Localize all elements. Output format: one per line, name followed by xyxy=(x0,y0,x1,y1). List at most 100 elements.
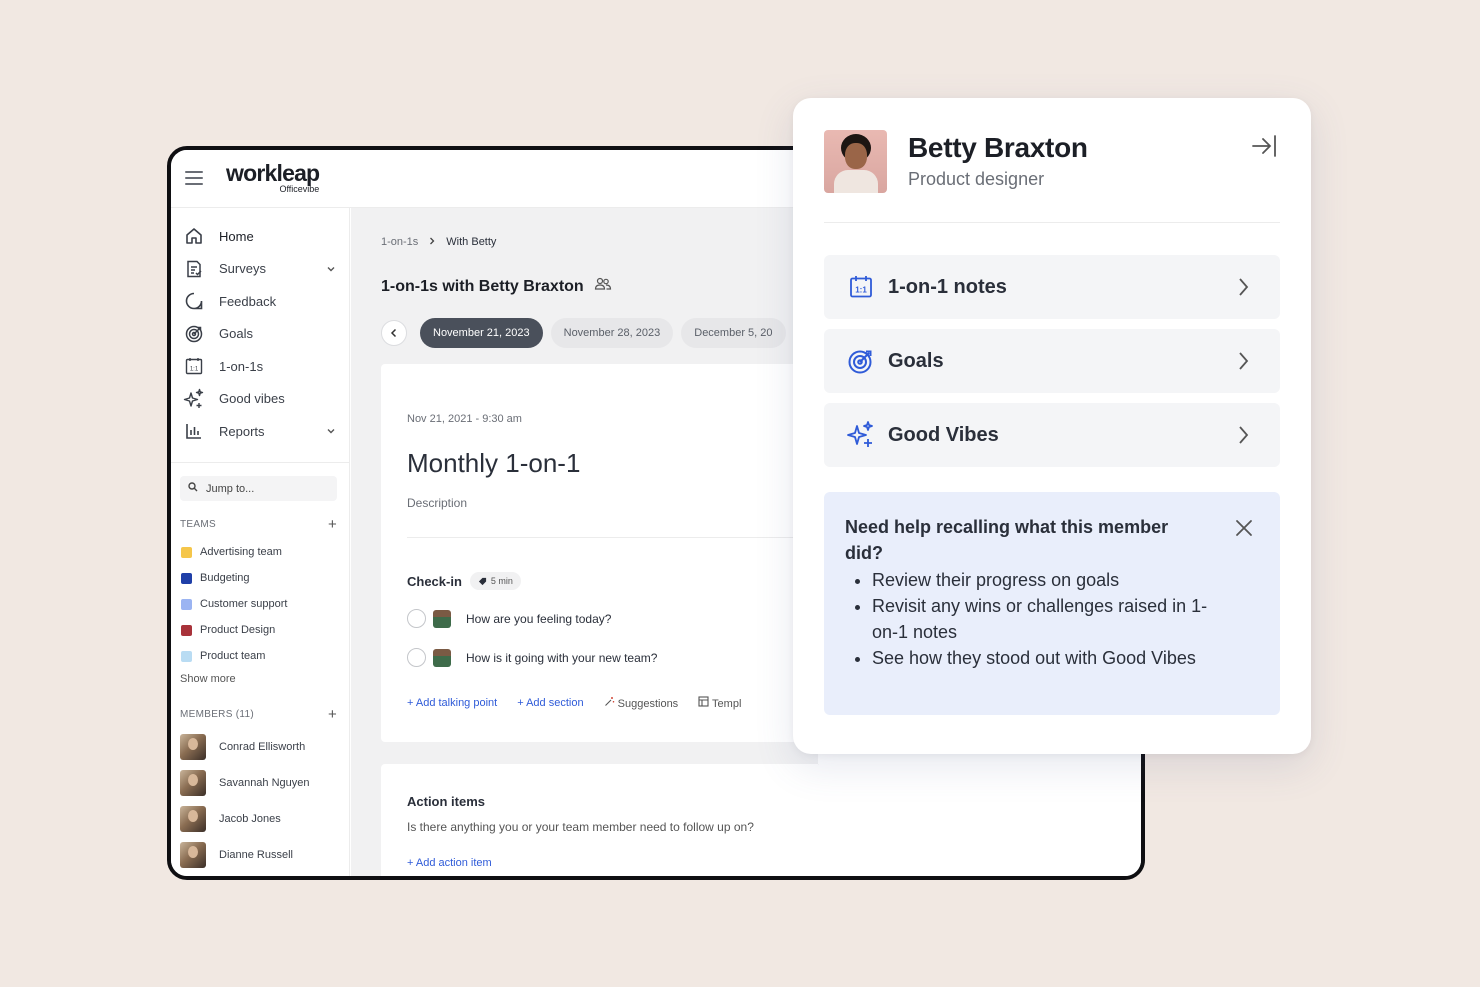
menu-icon[interactable] xyxy=(185,171,203,185)
chevron-down-icon[interactable] xyxy=(326,264,336,274)
suggestions-button[interactable]: Suggestions xyxy=(604,696,679,710)
panel-row-1-on-1-notes[interactable]: 1:1 1-on-1 notes xyxy=(824,255,1280,319)
team-item[interactable]: Customer support xyxy=(181,591,341,617)
add-member-icon[interactable]: + xyxy=(328,706,337,723)
talking-point-checkbox[interactable] xyxy=(407,648,426,667)
jump-to-search[interactable]: Jump to... xyxy=(180,476,337,501)
date-tab-selected[interactable]: November 21, 2023 xyxy=(420,318,543,348)
sidebar-item-feedback[interactable]: Feedback xyxy=(171,285,350,318)
templates-button[interactable]: Templ xyxy=(698,696,741,710)
panel-row-label: 1-on-1 notes xyxy=(888,275,1007,298)
talking-point-text[interactable]: How are you feeling today? xyxy=(466,612,611,626)
team-name: Advertising team xyxy=(200,546,282,558)
help-callout: Need help recalling what this member did… xyxy=(824,492,1280,715)
duration-text: 5 min xyxy=(490,576,513,586)
member-item[interactable]: Dianne Russell xyxy=(180,837,345,873)
tag-icon xyxy=(478,577,487,585)
team-name: Product Design xyxy=(200,624,276,636)
team-item[interactable]: Product team xyxy=(181,643,341,669)
sidebar-item-home[interactable]: Home xyxy=(171,220,350,253)
avatar xyxy=(180,770,206,796)
sidebar-item-label: Home xyxy=(219,228,254,244)
avatar xyxy=(180,806,206,832)
goals-icon xyxy=(846,346,876,376)
panel-row-goals[interactable]: Goals xyxy=(824,329,1280,393)
close-icon[interactable] xyxy=(1234,518,1254,538)
members-heading: MEMBERS (11) xyxy=(180,709,254,720)
logo-wordmark: workleap xyxy=(226,160,320,186)
date-tab[interactable]: December 5, 20 xyxy=(681,318,786,348)
member-item[interactable]: Savannah Nguyen xyxy=(180,765,345,801)
logo[interactable]: workleap Officevibe xyxy=(226,160,320,194)
divider xyxy=(824,222,1280,223)
talking-point: How are you feeling today? xyxy=(407,609,611,628)
sparkle-icon xyxy=(846,420,876,450)
checkin-label: Check-in xyxy=(407,573,462,589)
home-icon xyxy=(183,225,205,247)
member-item[interactable]: Jacob Jones xyxy=(180,801,345,837)
members-header: MEMBERS (11) + xyxy=(180,706,337,723)
date-tab[interactable]: November 28, 2023 xyxy=(550,318,674,348)
collapse-panel-icon[interactable] xyxy=(1250,133,1278,159)
sidebar-item-reports[interactable]: Reports xyxy=(171,415,350,448)
calendar-icon: 1:1 xyxy=(183,355,205,377)
breadcrumb: 1-on-1s With Betty xyxy=(381,236,496,249)
add-section-button[interactable]: + Add section xyxy=(517,697,583,709)
talking-point-text[interactable]: How is it going with your new team? xyxy=(466,651,657,665)
help-bullet: See how they stood out with Good Vibes xyxy=(872,645,1212,671)
avatar xyxy=(433,609,451,628)
breadcrumb-separator-icon xyxy=(428,236,436,249)
meeting-actions: + Add talking point + Add section Sugges… xyxy=(407,696,741,710)
sidebar-item-label: 1-on-1s xyxy=(219,358,264,374)
member-item[interactable]: Conrad Ellisworth xyxy=(180,729,345,765)
add-team-icon[interactable]: + xyxy=(328,516,337,533)
panel-row-label: Goals xyxy=(888,349,944,372)
sparkle-icon xyxy=(183,388,205,410)
team-color-swatch xyxy=(181,572,192,584)
member-name: Dianne Russell xyxy=(219,849,293,861)
divider xyxy=(407,537,821,538)
chevron-right-icon xyxy=(1239,426,1249,444)
suggestions-label: Suggestions xyxy=(617,698,679,710)
team-item[interactable]: Product Design xyxy=(181,617,341,643)
people-icon[interactable] xyxy=(594,276,612,297)
surveys-icon xyxy=(183,258,205,280)
sidebar-item-good-vibes[interactable]: Good vibes xyxy=(171,383,350,416)
teams-header: TEAMS + xyxy=(180,516,337,533)
svg-text:1:1: 1:1 xyxy=(190,367,199,373)
breadcrumb-link[interactable]: 1-on-1s xyxy=(381,236,418,249)
member-name: Betty Braxton xyxy=(908,132,1088,163)
talking-point-checkbox[interactable] xyxy=(407,609,426,628)
add-talking-point-button[interactable]: + Add talking point xyxy=(407,697,497,709)
avatar xyxy=(433,648,451,667)
member-name: Savannah Nguyen xyxy=(219,777,310,789)
avatar xyxy=(824,130,887,193)
add-action-item-button[interactable]: + Add action item xyxy=(407,857,492,869)
chevron-down-icon[interactable] xyxy=(326,426,336,436)
previous-dates-button[interactable] xyxy=(381,320,407,346)
team-item[interactable]: Budgeting xyxy=(181,565,341,591)
team-item[interactable]: Advertising team xyxy=(181,539,341,565)
sidebar-item-surveys[interactable]: Surveys xyxy=(171,253,350,286)
search-placeholder: Jump to... xyxy=(206,482,255,495)
chevron-right-icon xyxy=(1239,278,1249,296)
avatar xyxy=(180,734,206,760)
goals-icon xyxy=(183,323,205,345)
sidebar-item-label: Surveys xyxy=(219,261,266,277)
help-list: Review their progress on goals Revisit a… xyxy=(845,567,1259,671)
breadcrumb-current: With Betty xyxy=(446,236,497,248)
member-role: Product designer xyxy=(908,169,1045,189)
meeting-title[interactable]: Monthly 1-on-1 xyxy=(407,448,580,479)
sidebar-item-goals[interactable]: Goals xyxy=(171,318,350,351)
sidebar-item-1-on-1s[interactable]: 1:1 1-on-1s xyxy=(171,350,350,383)
date-tabs: November 21, 2023 November 28, 2023 Dece… xyxy=(381,318,786,348)
action-items-title: Action items xyxy=(407,794,486,809)
show-more-link[interactable]: Show more xyxy=(180,673,236,685)
meeting-datetime: Nov 21, 2021 - 9:30 am xyxy=(407,413,522,425)
team-list: Advertising team Budgeting Customer suppor… xyxy=(181,539,341,669)
team-color-swatch xyxy=(181,624,192,636)
magic-wand-icon xyxy=(604,697,618,710)
sidebar-nav: Home Surveys Feedback Goals 1:1 1-on-1s … xyxy=(171,220,350,448)
description-field[interactable]: Description xyxy=(407,496,467,510)
panel-row-good-vibes[interactable]: Good Vibes xyxy=(824,403,1280,467)
